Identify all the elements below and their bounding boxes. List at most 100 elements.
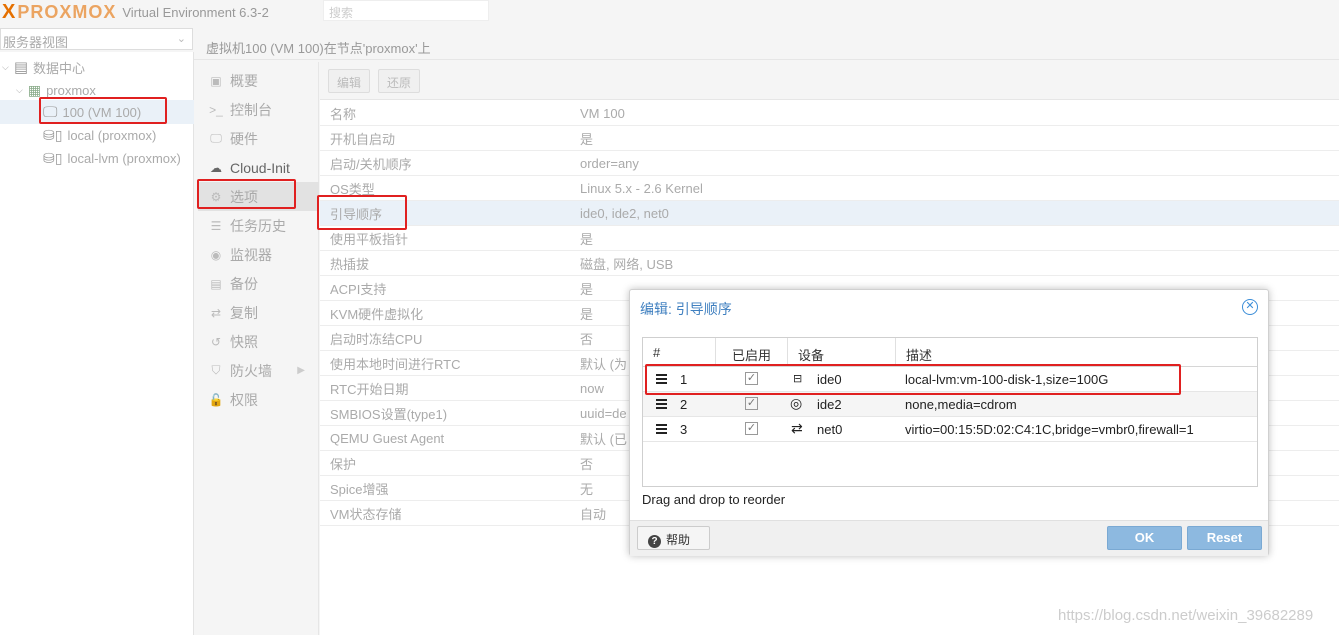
edit-button[interactable]: 编辑	[328, 69, 371, 93]
page-title: 虚拟机100 (VM 100)在节点'proxmox'上	[194, 32, 1339, 60]
cloud-icon: ☁	[210, 160, 222, 175]
tree-item-label: local-lvm (proxmox)	[67, 150, 181, 166]
help-button[interactable]: ? 帮助	[637, 526, 710, 550]
option-value: 是	[580, 281, 594, 297]
list-icon: ☰	[210, 218, 222, 233]
search-input[interactable]: 搜索	[323, 0, 489, 21]
drag-handle-icon[interactable]	[656, 399, 667, 411]
tree-item-label: local (proxmox)	[67, 127, 157, 143]
logo-x-mark: X	[2, 0, 16, 23]
menu-item-backup[interactable]: ▤ 备份	[198, 269, 319, 298]
unlock-icon: 🔓	[208, 392, 224, 407]
option-value: Linux 5.x - 2.6 Kernel	[580, 180, 703, 196]
resource-tree: ⌵ ▤ 数据中心 ⌵ ▦ proxmox 🖵 100 (VM 100) ⛁▯ l…	[0, 52, 194, 635]
tree-item-datacenter[interactable]: ⌵ ▤ 数据中心	[2, 56, 85, 78]
storage-icon: ⛁▯	[43, 149, 63, 166]
menu-item-label: 权限	[230, 391, 258, 408]
highlight-box-options	[197, 179, 296, 209]
help-label: 帮助	[666, 533, 691, 547]
close-icon[interactable]: ✕	[1242, 299, 1258, 315]
options-row[interactable]: 启动/关机顺序 order=any	[320, 151, 1339, 176]
ok-button[interactable]: OK	[1107, 526, 1182, 550]
boot-order-row[interactable]: 2 ✓ ◎ ide2 none,media=cdrom	[643, 392, 1257, 417]
highlight-box-vm	[39, 97, 167, 124]
option-key: 名称	[330, 106, 357, 122]
dialog-footer: ? 帮助 OK Reset	[630, 520, 1268, 556]
options-row[interactable]: OS类型 Linux 5.x - 2.6 Kernel	[320, 176, 1339, 201]
option-key: 使用平板指针	[330, 231, 409, 247]
option-key: 使用本地时间进行RTC	[330, 356, 461, 372]
option-key: KVM硬件虚拟化	[330, 306, 424, 322]
options-row[interactable]: 开机自启动 是	[320, 126, 1339, 151]
column-header-index[interactable]: #	[643, 338, 716, 366]
node-icon: ▦	[27, 81, 42, 98]
device-description: virtio=00:15:5D:02:C4:1C,bridge=vmbr0,fi…	[905, 422, 1194, 437]
option-value: 默认 (已	[580, 431, 627, 447]
floppy-icon: ▤	[210, 276, 222, 291]
option-value: uuid=de	[580, 405, 627, 421]
chevron-right-icon[interactable]: ▶	[297, 365, 305, 376]
option-key: ACPI支持	[330, 281, 387, 297]
expand-arrow-icon[interactable]: ⌵	[16, 85, 23, 96]
vm-config-menu: ▣ 概要 >_ 控制台 🖵 硬件 ☁ Cloud-Init ⚙ 选项 ☰ 任务历史 ◉ 监视器…	[198, 62, 319, 635]
options-row[interactable]: 名称 VM 100	[320, 101, 1339, 126]
menu-item-permissions[interactable]: 🔓 权限	[198, 385, 319, 414]
option-key: RTC开始日期	[330, 381, 409, 397]
expand-arrow-icon[interactable]: ⌵	[2, 62, 9, 73]
column-header-enabled[interactable]: 已启用	[716, 338, 788, 366]
menu-item-hardware[interactable]: 🖵 硬件	[198, 124, 319, 153]
proxmox-logo[interactable]: X PROXMOX Virtual Environment 6.3-2	[0, 0, 269, 23]
options-row[interactable]: 热插拔 磁盘, 网络, USB	[320, 251, 1339, 276]
menu-item-cloud-init[interactable]: ☁ Cloud-Init	[198, 153, 319, 182]
menu-item-label: 备份	[230, 275, 258, 292]
logo-wordmark: PROXMOX	[17, 1, 117, 22]
console-icon: >_	[209, 102, 223, 117]
device-description: none,media=cdrom	[905, 397, 1017, 412]
reset-button[interactable]: Reset	[1187, 526, 1262, 550]
retweet-icon: ⇄	[210, 305, 222, 320]
enabled-checkbox[interactable]: ✓	[745, 422, 758, 435]
boot-order-row[interactable]: 3 ✓ ⇄ net0 virtio=00:15:5D:02:C4:1C,brid…	[643, 417, 1257, 442]
tree-item-storage-local[interactable]: ⛁▯ local (proxmox)	[43, 124, 156, 146]
device-name: ide2	[817, 397, 842, 412]
shield-icon: ⛉	[211, 363, 221, 377]
grid-header: # 已启用 设备 描述	[643, 338, 1257, 367]
menu-item-label: 概要	[230, 72, 258, 89]
options-row[interactable]: 使用平板指针 是	[320, 226, 1339, 251]
menu-item-label: 快照	[230, 333, 258, 350]
chevron-down-icon[interactable]: ⌄	[177, 32, 186, 45]
view-selector-value: 服务器视图	[3, 35, 69, 50]
menu-item-task-history[interactable]: ☰ 任务历史	[198, 211, 319, 240]
option-key: 启动/关机顺序	[330, 156, 412, 172]
menu-item-snapshots[interactable]: ↺ 快照	[198, 327, 319, 356]
boot-order-grid: # 已启用 设备 描述 1 ✓ ⊟ ide0 local-lvm:vm-100-…	[642, 337, 1258, 487]
menu-item-label: Cloud-Init	[230, 159, 290, 176]
row-index: 3	[680, 422, 688, 437]
column-header-description[interactable]: 描述	[896, 338, 1257, 366]
datacenter-icon: ▤	[13, 59, 29, 76]
menu-item-summary[interactable]: ▣ 概要	[198, 66, 319, 95]
drag-handle-icon[interactable]	[656, 424, 667, 436]
view-selector[interactable]: 服务器视图 ⌄	[0, 28, 193, 50]
revert-button[interactable]: 还原	[378, 69, 421, 93]
option-value: 无	[580, 481, 594, 497]
options-row[interactable]: 引导顺序 ide0, ide2, net0	[320, 201, 1339, 226]
option-key: VM状态存储	[330, 506, 402, 522]
option-value: 默认 (为	[580, 356, 627, 372]
column-header-device[interactable]: 设备	[788, 338, 896, 366]
network-icon: ⇄	[791, 420, 803, 436]
history-icon: ↺	[210, 334, 222, 349]
row-index: 2	[680, 397, 688, 412]
menu-item-monitor[interactable]: ◉ 监视器	[198, 240, 319, 269]
menu-item-label: 复制	[230, 304, 258, 321]
options-toolbar: 编辑 还原	[320, 62, 1339, 100]
highlight-box-boot-order	[317, 195, 407, 230]
cdrom-icon: ◎	[790, 395, 803, 411]
option-value: ide0, ide2, net0	[580, 205, 669, 221]
menu-item-replication[interactable]: ⇄ 复制	[198, 298, 319, 327]
option-key: SMBIOS设置(type1)	[330, 406, 448, 422]
menu-item-firewall[interactable]: ⛉ 防火墙 ▶	[198, 356, 319, 385]
tree-item-storage-local-lvm[interactable]: ⛁▯ local-lvm (proxmox)	[43, 147, 181, 169]
menu-item-console[interactable]: >_ 控制台	[198, 95, 319, 124]
enabled-checkbox[interactable]: ✓	[745, 397, 758, 410]
